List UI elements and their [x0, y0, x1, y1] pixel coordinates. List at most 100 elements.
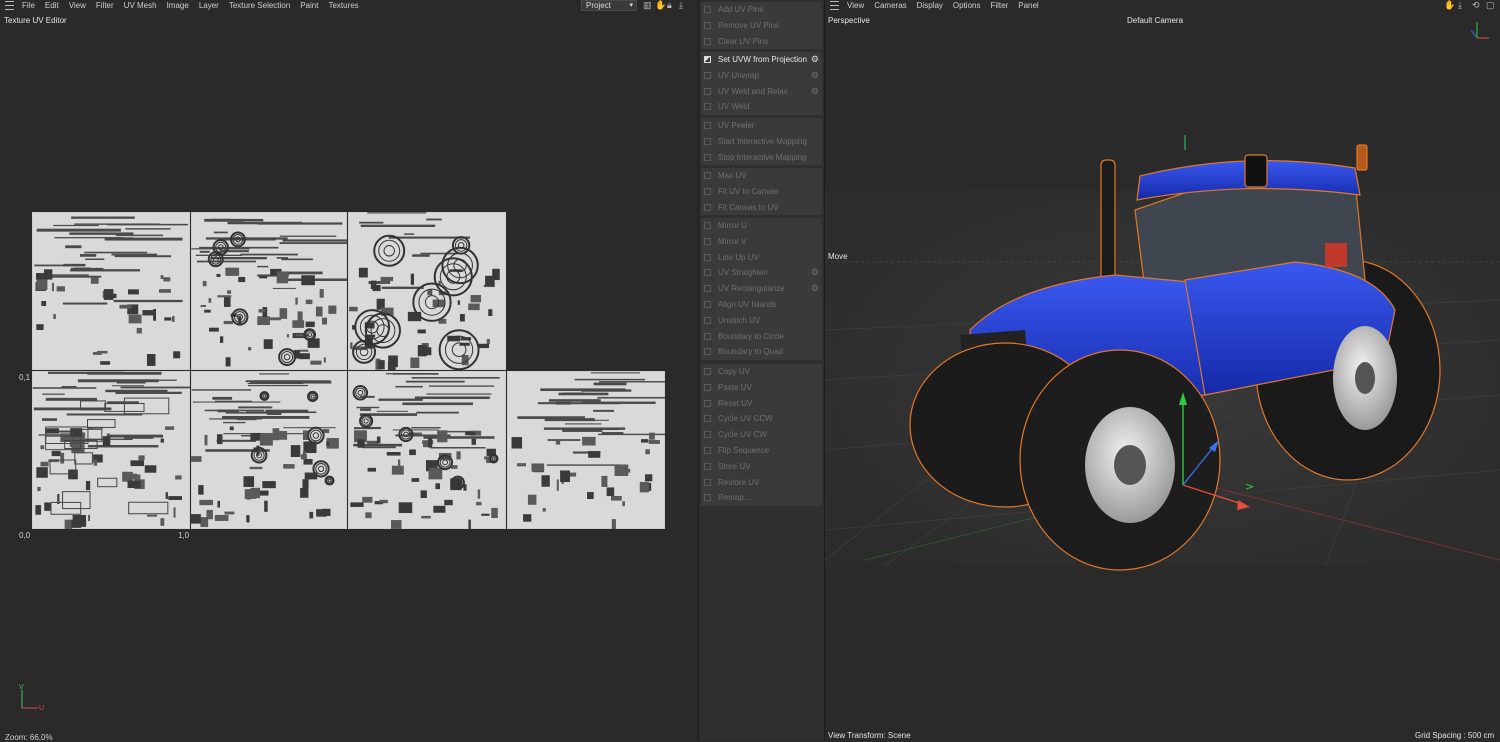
cmd-stop-interactive-mapping[interactable]: Stop Interactive Mapping [701, 150, 822, 166]
command-label: Start Interactive Mapping [718, 136, 807, 146]
cmd-remap[interactable]: Remap... [701, 490, 822, 506]
uv-tile[interactable] [191, 371, 347, 529]
cmd-uv-peeler[interactable]: UV Peeler [701, 118, 822, 134]
cmd-max-uv[interactable]: Max UV [701, 168, 822, 184]
cmd-boundary-to-circle[interactable]: Boundary to Circle [701, 329, 822, 345]
histogram-icon[interactable]: ▥ [643, 0, 652, 11]
cmd-cycle-uv-cw[interactable]: Cycle UV CW [701, 427, 822, 443]
vp-menu-options[interactable]: Options [953, 1, 981, 10]
cmd-uv-rectangularize[interactable]: UV Rectangularize ⚙ [701, 281, 822, 297]
uv-tile[interactable] [348, 212, 506, 370]
camera-label[interactable]: Default Camera [1127, 16, 1183, 25]
command-icon [704, 332, 711, 340]
command-icon [704, 383, 711, 391]
cmd-add-uv-pins[interactable]: Add UV Pins [701, 2, 822, 18]
gear-icon[interactable]: ⚙ [811, 281, 819, 297]
viewport-rotate-icon[interactable]: ⟲ [1472, 0, 1480, 11]
cmd-reset-uv[interactable]: Reset UV [701, 396, 822, 412]
pan-hand-icon[interactable]: ✋ [655, 0, 666, 11]
cmd-flip-sequence[interactable]: Flip Sequence [701, 443, 822, 459]
command-icon [704, 203, 711, 211]
cmd-paste-uv[interactable]: Paste UV [701, 380, 822, 396]
cmd-restore-uv[interactable]: Restore UV [701, 475, 822, 491]
cmd-fit-canvas-to-uv[interactable]: Fit Canvas to UV [701, 200, 822, 216]
cmd-align-uv-islands[interactable]: Align UV Islands [701, 297, 822, 313]
vp-menu-panel[interactable]: Panel [1018, 1, 1038, 10]
command-label: UV Peeler [718, 121, 755, 130]
menu-filter[interactable]: Filter [96, 1, 114, 10]
command-icon [704, 122, 711, 129]
cmd-copy-uv[interactable]: Copy UV [701, 364, 822, 380]
menu-image[interactable]: Image [167, 1, 189, 10]
cmd-unstitch-uv[interactable]: Unstitch UV [701, 313, 822, 329]
cmd-line-up-uv[interactable]: Line Up UV [701, 250, 822, 266]
uv-tile[interactable] [348, 371, 506, 529]
cmd-mirror-v[interactable]: Mirror V [701, 234, 822, 250]
mode-dropdown[interactable]: Project [581, 0, 637, 11]
command-icon [704, 237, 711, 245]
projection-label[interactable]: Perspective [828, 16, 870, 25]
viewport-menu-icon[interactable] [830, 1, 839, 10]
cmd-boundary-to-quad[interactable]: Boundary to Quad [701, 344, 822, 360]
command-label: Cycle UV CCW [718, 414, 773, 424]
viewport-dolly-icon[interactable]: ⤓ [1458, 0, 1462, 11]
command-icon [704, 71, 711, 79]
command-label: UV Unwrap [718, 70, 759, 80]
gear-icon[interactable]: ⚙ [811, 265, 819, 281]
menu-uv-mesh[interactable]: UV Mesh [124, 1, 157, 10]
gear-icon[interactable]: ⚙ [811, 68, 819, 84]
cmd-set-uvw-from-projection[interactable]: Set UVW from Projection ⚙ [701, 52, 822, 68]
menu-layer[interactable]: Layer [199, 1, 219, 10]
menu-textures[interactable]: Textures [328, 1, 358, 10]
cmd-uv-weld-and-relax[interactable]: UV Weld and Relax ⚙ [701, 84, 822, 100]
cmd-store-uv[interactable]: Store UV [701, 459, 822, 475]
command-icon [704, 87, 711, 95]
uv-axis-gizmo-icon: V U [19, 684, 44, 712]
viewport-pan-icon[interactable]: ✋ [1444, 0, 1455, 11]
command-label: Paste UV [718, 382, 752, 392]
command-icon [704, 187, 711, 195]
gear-icon[interactable]: ⚙ [811, 52, 819, 68]
menu-texture-selection[interactable]: Texture Selection [229, 1, 290, 10]
cmd-mirror-u[interactable]: Mirror U [701, 218, 822, 234]
uv-tile[interactable] [32, 371, 190, 529]
uv-tile[interactable] [32, 212, 190, 370]
command-icon [704, 222, 711, 229]
cmd-uv-straighten[interactable]: UV Straighten ⚙ [701, 265, 822, 281]
menu-icon[interactable] [5, 1, 14, 10]
viewport-menubar: View Cameras Display Options Filter Pane… [825, 0, 1049, 11]
viewport-maximize-icon[interactable]: ▢ [1486, 0, 1495, 11]
viewport-scene[interactable]: > [825, 0, 1500, 741]
command-icon [704, 462, 711, 470]
pin-down-icon[interactable]: ⤓ [679, 0, 683, 11]
gear-icon[interactable]: ⚙ [811, 84, 819, 100]
vp-menu-filter[interactable]: Filter [990, 1, 1008, 10]
cmd-fit-uv-to-canvas[interactable]: Fit UV to Canvas [701, 184, 822, 200]
panel-title: Texture UV Editor [4, 16, 67, 25]
cmd-uv-unwrap[interactable]: UV Unwrap ⚙ [701, 68, 822, 84]
vp-menu-cameras[interactable]: Cameras [874, 1, 906, 10]
command-icon [704, 253, 711, 261]
cmd-clear-uv-pins[interactable]: Clear UV Pins [701, 34, 822, 50]
command-label: Line Up UV [718, 252, 759, 262]
lock-icon[interactable]: 🔒︎ [667, 0, 672, 11]
vp-menu-view[interactable]: View [847, 1, 864, 10]
menu-edit[interactable]: Edit [45, 1, 59, 10]
cmd-start-interactive-mapping[interactable]: Start Interactive Mapping [701, 134, 822, 150]
uv-tile[interactable] [191, 212, 347, 370]
perspective-viewport[interactable]: > View Cameras Display Options Filter Pa… [825, 0, 1500, 741]
uv-u-axis-label: U [39, 705, 44, 712]
menu-paint[interactable]: Paint [300, 1, 318, 10]
uv-tile[interactable] [507, 371, 665, 529]
command-icon [704, 153, 711, 161]
menu-view[interactable]: View [69, 1, 86, 10]
command-group: UV Peeler Start Interactive Mapping Stop I… [701, 118, 822, 166]
command-label: UV Straighten [718, 268, 768, 278]
uv-commands-panel: Add UV Pins Remove UV Pins Clear UV Pins Se… [698, 0, 825, 741]
menu-file[interactable]: File [22, 1, 35, 10]
cmd-remove-uv-pins[interactable]: Remove UV Pins [701, 18, 822, 34]
cmd-uv-weld[interactable]: UV Weld [701, 99, 822, 115]
command-label: Remove UV Pins [718, 20, 779, 30]
vp-menu-display[interactable]: Display [917, 1, 943, 10]
cmd-cycle-uv-ccw[interactable]: Cycle UV CCW [701, 411, 822, 427]
